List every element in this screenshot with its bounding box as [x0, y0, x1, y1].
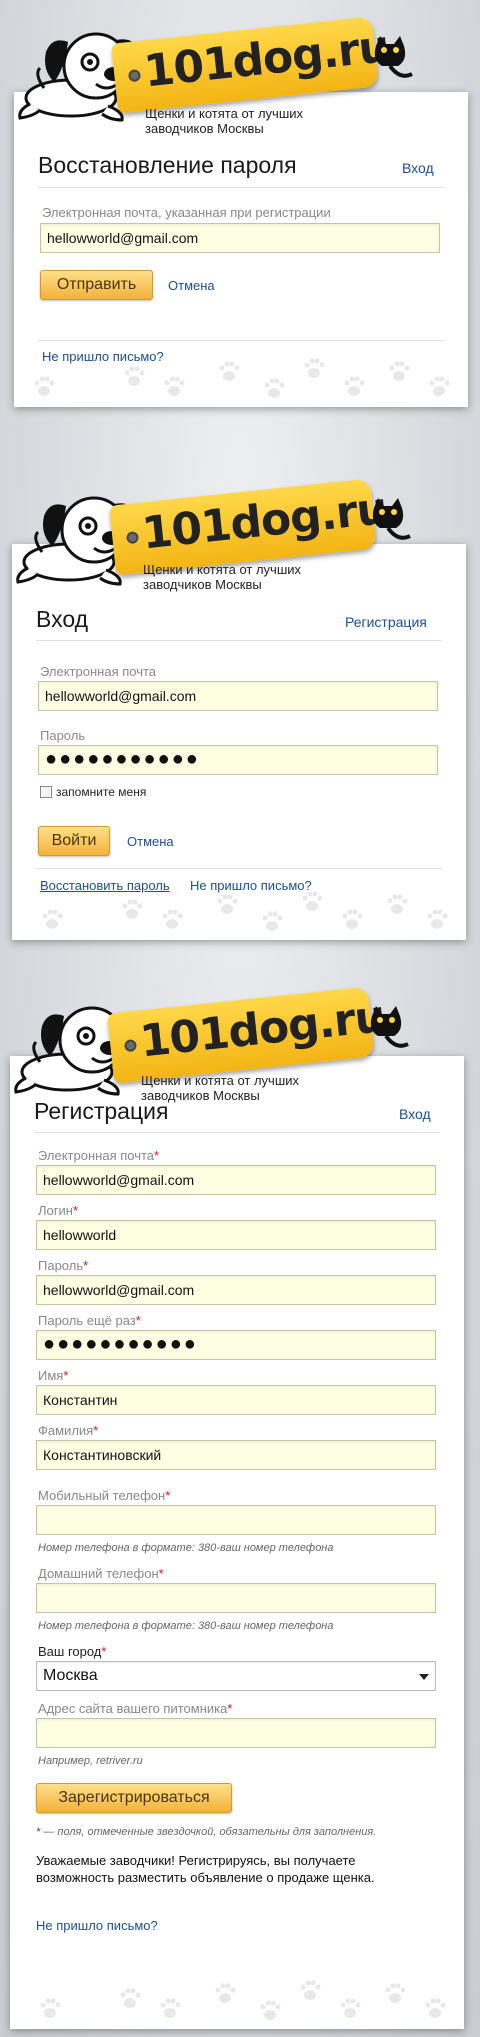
logo-tag: 101dog.ru [107, 986, 387, 1084]
info-text: Уважаемые заводчики! Регистрируясь, вы п… [36, 1853, 375, 1885]
page-title: Вход [36, 606, 89, 632]
mobile-hint: Номер телефона в формате: 380-ваш номер … [38, 1542, 334, 1554]
password-repeat-label: Пароль ещё раз* [38, 1313, 141, 1328]
mobile-label: Мобильный телефон* [38, 1488, 171, 1503]
password-field[interactable]: ●●●●●●●●●●● [38, 745, 438, 775]
home-phone-field[interactable] [36, 1583, 436, 1613]
paw-pattern [40, 1980, 446, 2020]
required-note: * — поля, отмеченные звездочкой, обязате… [36, 1826, 377, 1838]
cat-mascot-icon [372, 36, 414, 78]
login-card: Вход Регистрация Электронная почта hello… [12, 544, 466, 940]
register-link[interactable]: Регистрация [345, 614, 427, 630]
logo-text: 101dog.ru [141, 21, 392, 98]
email-field[interactable]: hellowworld@gmail.com [40, 223, 440, 253]
no-letter-link[interactable]: Не пришло письмо? [42, 349, 164, 364]
logo-text: 101dog.ru [139, 483, 390, 560]
surname-field[interactable]: Константиновский [36, 1440, 436, 1470]
name-field[interactable]: Константин [36, 1385, 436, 1415]
tag-hole [123, 1039, 138, 1053]
logo-tag: 101dog.ru [111, 16, 391, 114]
email-label: Электронная почта [40, 664, 157, 679]
register-card: Регистрация Вход Электронная почта* hell… [10, 1056, 464, 2029]
cancel-link[interactable]: Отмена [168, 278, 215, 293]
login-label: Логин* [38, 1203, 79, 1218]
name-label: Имя* [38, 1368, 69, 1383]
city-label: Ваш город* [38, 1644, 107, 1659]
email-field[interactable]: hellowworld@gmail.com [38, 681, 438, 711]
no-letter-link[interactable]: Не пришло письмо? [36, 1918, 158, 1933]
login-panel: Вход Регистрация Электронная почта hello… [0, 470, 480, 950]
divider [38, 187, 444, 188]
login-field[interactable]: hellowworld [36, 1220, 436, 1250]
logo[interactable]: 101dog.ru Щенки и котята от лучших завод… [0, 0, 480, 136]
surname-label: Фамилия* [38, 1423, 99, 1438]
register-button[interactable]: Зарегистрироваться [36, 1783, 232, 1813]
recover-card: Восстановление пароля Вход Электронная п… [14, 92, 468, 407]
logo[interactable]: 101dog.ru Щенки и котята от лучших завод… [0, 470, 480, 592]
cancel-link[interactable]: Отмена [127, 834, 174, 849]
email-label: Электронная почта, указанная при регистр… [42, 205, 331, 220]
tag-hole [127, 69, 142, 83]
city-select[interactable]: Москва [36, 1661, 436, 1691]
cat-mascot-icon [368, 1006, 410, 1048]
email-label: Электронная почта* [38, 1148, 160, 1163]
password-field[interactable]: hellowworld@gmail.com [36, 1275, 436, 1305]
site-label: Адрес сайта вашего питомника* [38, 1701, 233, 1716]
password-label: Пароль* [38, 1258, 89, 1273]
login-link[interactable]: Вход [399, 1106, 431, 1122]
cat-mascot-icon [370, 498, 412, 540]
chevron-down-icon [419, 1674, 429, 1680]
site-hint: Например, retriver.ru [38, 1755, 143, 1767]
slogan: Щенки и котята от лучших заводчиков Моск… [143, 562, 302, 592]
divider [38, 340, 444, 341]
logo-text: 101dog.ru [137, 991, 388, 1068]
divider [36, 868, 442, 869]
page-title: Восстановление пароля [38, 152, 297, 178]
submit-button[interactable]: Отправить [40, 270, 153, 300]
no-letter-link[interactable]: Не пришло письмо? [190, 878, 312, 893]
tag-hole [125, 531, 140, 545]
divider [36, 640, 442, 641]
password-repeat-field[interactable]: ●●●●●●●●●●● [36, 1330, 436, 1360]
home-phone-label: Домашний телефон* [38, 1566, 164, 1581]
slogan: Щенки и котята от лучших заводчиков Моск… [145, 106, 304, 136]
recover-panel: Восстановление пароля Вход Электронная п… [0, 0, 480, 420]
logo-tag: 101dog.ru [109, 478, 389, 576]
divider [34, 1132, 440, 1133]
login-link[interactable]: Вход [402, 160, 434, 176]
logo[interactable]: 101dog.ru Щенки и котята от лучших завод… [0, 980, 480, 1103]
city-selected-value: Москва [43, 1667, 98, 1684]
site-field[interactable] [36, 1718, 436, 1748]
mobile-field[interactable] [36, 1505, 436, 1535]
slogan: Щенки и котята от лучших заводчиков Моск… [141, 1073, 300, 1103]
email-field[interactable]: hellowworld@gmail.com [36, 1165, 436, 1195]
login-button[interactable]: Войти [38, 826, 110, 856]
password-label: Пароль [40, 728, 86, 743]
restore-password-link[interactable]: Восстановить пароль [40, 878, 170, 893]
remember-label: запомните меня [56, 785, 147, 799]
home-phone-hint: Номер телефона в формате: 380-ваш номер … [38, 1620, 334, 1632]
remember-checkbox[interactable] [40, 786, 52, 798]
register-panel: Регистрация Вход Электронная почта* hell… [0, 980, 480, 2037]
